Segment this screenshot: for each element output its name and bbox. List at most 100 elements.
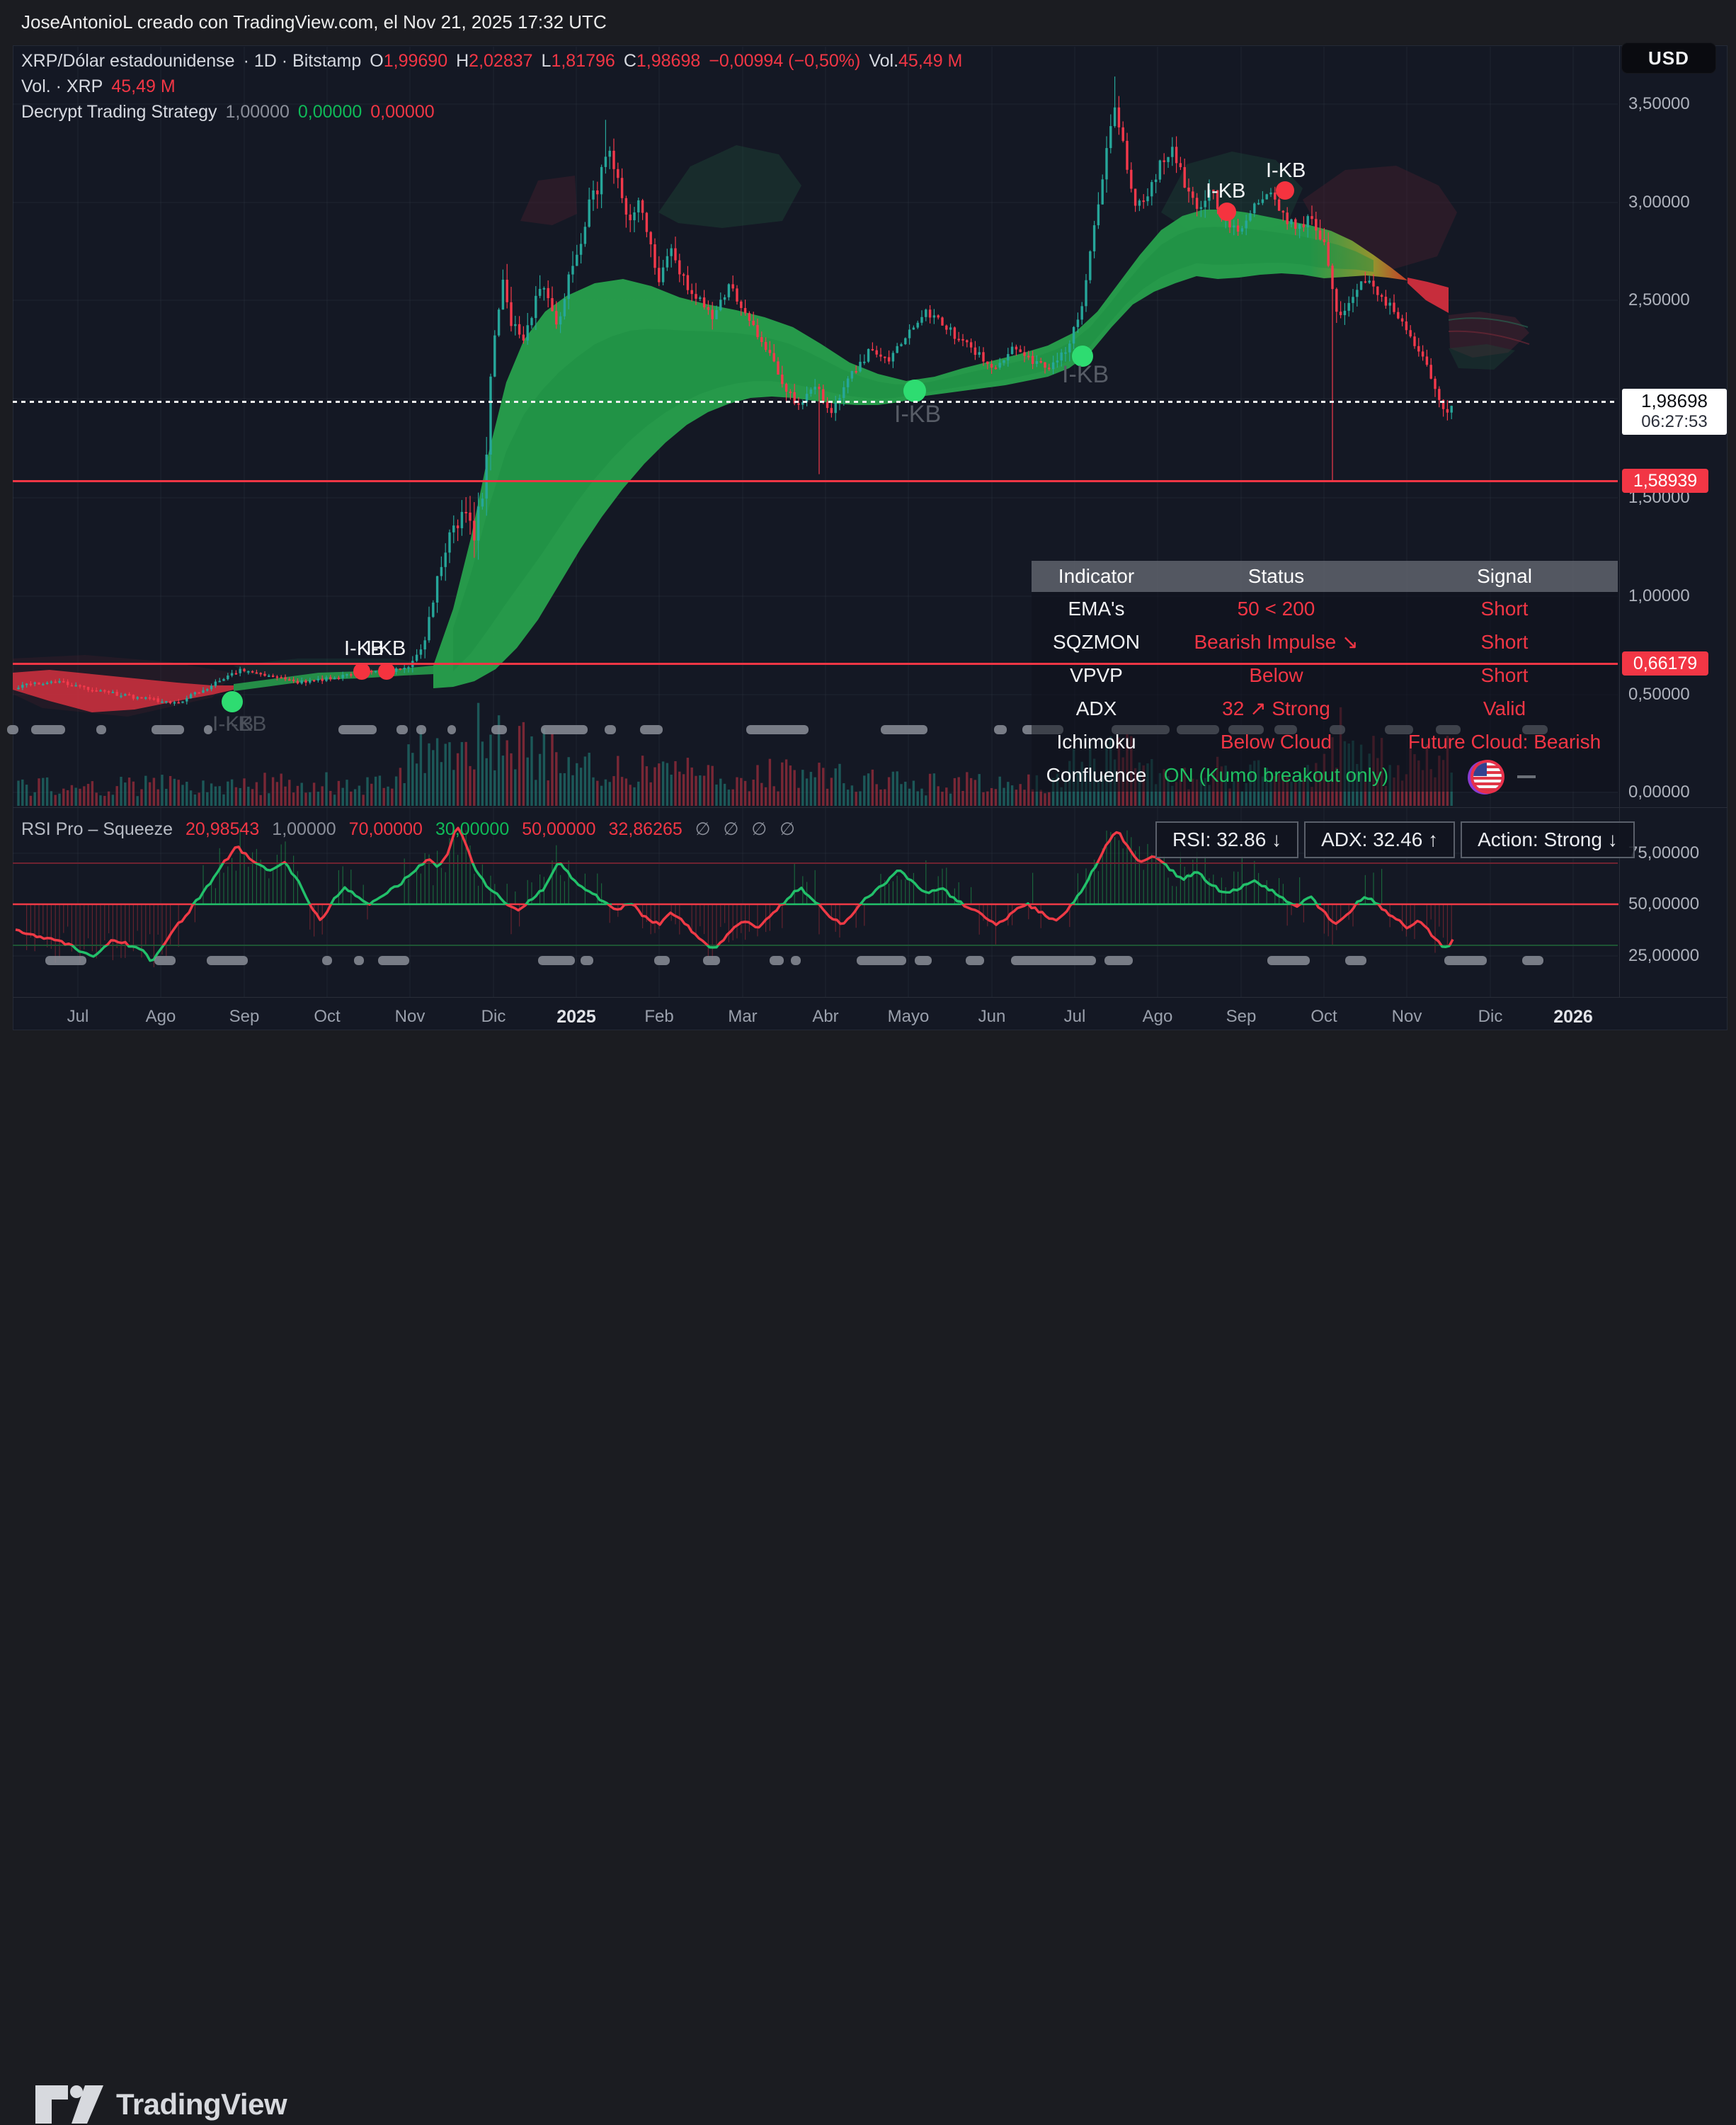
change-value: −0,00994 (−0,50%) [709,51,860,72]
squeeze-marker [96,725,106,734]
time-axis-label[interactable]: Mar [728,1007,757,1027]
time-axis-label[interactable]: Dic [1478,1007,1503,1027]
legend-line-strategy[interactable]: Decrypt Trading Strategy 1,00000 0,00000… [21,102,962,123]
indicator-table-header: Indicator Status Signal [1032,561,1618,592]
time-axis-label[interactable]: Ago [146,1007,176,1027]
squeeze-marker [538,956,575,965]
time-axis-label[interactable]: Oct [314,1007,340,1027]
squeeze-marker [703,956,720,965]
price-chart[interactable] [0,0,1736,1116]
price-axis-label[interactable]: 3,50000 [1628,94,1690,114]
squeeze-marker [857,956,906,965]
indicator-signal: Valid [1391,692,1618,725]
rsi-legend-title[interactable]: RSI Pro – Squeeze [21,819,173,840]
time-axis-label[interactable]: Sep [1226,1007,1257,1027]
price-level-line-lower[interactable] [13,663,1618,665]
close-label: C [624,51,636,71]
squeeze-marker [338,725,377,734]
signal-dot-red [378,663,395,680]
indicator-name: ADX [1032,692,1161,725]
ikb-signal-label: I-KB [225,712,266,736]
indicator-name: SQZMON [1032,625,1161,659]
time-axis-label[interactable]: 2026 [1553,1007,1593,1027]
signal-dot-red [353,663,370,680]
time-axis-label[interactable]: Ago [1143,1007,1173,1027]
rsi-status-badges: RSI: 32.86 ↓ADX: 32.46 ↑Action: Strong ↓ [1155,821,1635,858]
rsi-status-badge: ADX: 32.46 ↑ [1304,821,1455,858]
squeeze-marker [447,725,456,734]
price-axis-label[interactable]: 1,00000 [1628,586,1690,606]
legend-line-1[interactable]: XRP/Dólar estadounidense · 1D · Bitstamp… [21,51,962,72]
squeeze-marker [605,725,616,734]
tradingview-screenshot: JoseAntonioL creado con TradingView.com,… [0,0,1736,1116]
header-status: Status [1161,561,1391,592]
squeeze-marker [396,725,408,734]
time-axis-label[interactable]: Nov [1392,1007,1422,1027]
signal-dot-red [1218,203,1236,221]
time-axis-label[interactable]: Dic [481,1007,506,1027]
us-flag-icon [1473,763,1502,791]
price-axis-label[interactable]: 0,50000 [1628,685,1690,705]
time-axis-label[interactable]: Jul [1064,1007,1086,1027]
squeeze-marker [1444,956,1487,965]
squeeze-marker [966,956,984,965]
indicator-status: ON (Kumo breakout only) [1161,758,1391,792]
price-axis-label[interactable]: 3,00000 [1628,193,1690,212]
squeeze-marker [1522,956,1543,965]
currency-toggle-button[interactable]: USD [1621,42,1716,74]
time-axis-label[interactable]: Jun [978,1007,1006,1027]
squeeze-marker [204,725,212,734]
indicator-signal: Short [1391,592,1618,625]
rsi-indicator-legend[interactable]: RSI Pro – Squeeze 20,985431,0000070,0000… [21,819,795,840]
squeeze-marker [354,956,364,965]
squeeze-marker [1267,956,1310,965]
high-label: H [456,51,469,71]
indicator-signal [1391,758,1618,792]
squeeze-marker [1345,956,1366,965]
indicator-signal: Future Cloud: Bearish [1391,725,1618,758]
signal-dot-green [903,380,926,402]
current-price-value: 1,98698 [1622,390,1727,412]
symbol-legend: XRP/Dólar estadounidense · 1D · Bitstamp… [21,51,962,127]
time-axis-label[interactable]: 2025 [556,1007,596,1027]
indicator-status: Bearish Impulse ↘ [1161,625,1391,659]
strategy-label[interactable]: Decrypt Trading Strategy [21,102,217,123]
ikb-signal-label: I-KB [1266,159,1306,183]
time-axis-label[interactable]: Nov [395,1007,426,1027]
time-axis-label[interactable]: Oct [1310,1007,1337,1027]
volume-value: 45,49 M [898,51,962,71]
price-level-line-upper[interactable] [13,480,1618,482]
indicator-table-body: EMA's50 < 200ShortSQZMONBearish Impulse … [1032,592,1618,792]
tradingview-logo[interactable]: TradingView [34,2084,287,2125]
header-signal: Signal [1391,561,1618,592]
time-axis-separator [13,997,1728,998]
rsi-status-badge: RSI: 32.86 ↓ [1155,821,1298,858]
indicator-status: Below Cloud [1161,725,1391,758]
indicator-table-row: ConfluenceON (Kumo breakout only) [1032,758,1618,792]
open-value: 1,99690 [384,51,447,71]
time-axis-label[interactable]: Feb [644,1007,673,1027]
squeeze-marker [31,725,65,734]
legend-line-volume[interactable]: Vol. · XRP 45,49 M [21,76,962,97]
time-axis-label[interactable]: Sep [229,1007,260,1027]
rsi-axis-label[interactable]: 75,00000 [1628,843,1699,863]
rsi-axis-label[interactable]: 25,00000 [1628,946,1699,966]
pane-separator[interactable] [13,807,1728,808]
time-axis-label[interactable]: Jul [67,1007,89,1027]
rsi-legend-value: ∅ [751,819,767,840]
price-axis-label[interactable]: 0,00000 [1628,782,1690,802]
footer-bar: TradingView [0,1030,1736,1116]
symbol-title[interactable]: XRP/Dólar estadounidense [21,51,235,72]
time-axis-label[interactable]: Mayo [888,1007,930,1027]
level-price-label: 0,66179 [1622,651,1708,676]
symbol-meta[interactable]: · 1D · Bitstamp [244,51,362,72]
squeeze-marker [770,956,784,965]
rsi-axis-label[interactable]: 50,00000 [1628,894,1699,914]
ikb-signal-label: I-KB [1206,180,1245,203]
squeeze-marker [416,725,426,734]
time-axis-label[interactable]: Abr [812,1007,838,1027]
squeeze-marker [45,956,86,965]
price-axis-label[interactable]: 2,50000 [1628,290,1690,310]
level-price-label: 1,58939 [1622,469,1708,493]
vol-indicator-label[interactable]: Vol. · XRP [21,76,103,97]
